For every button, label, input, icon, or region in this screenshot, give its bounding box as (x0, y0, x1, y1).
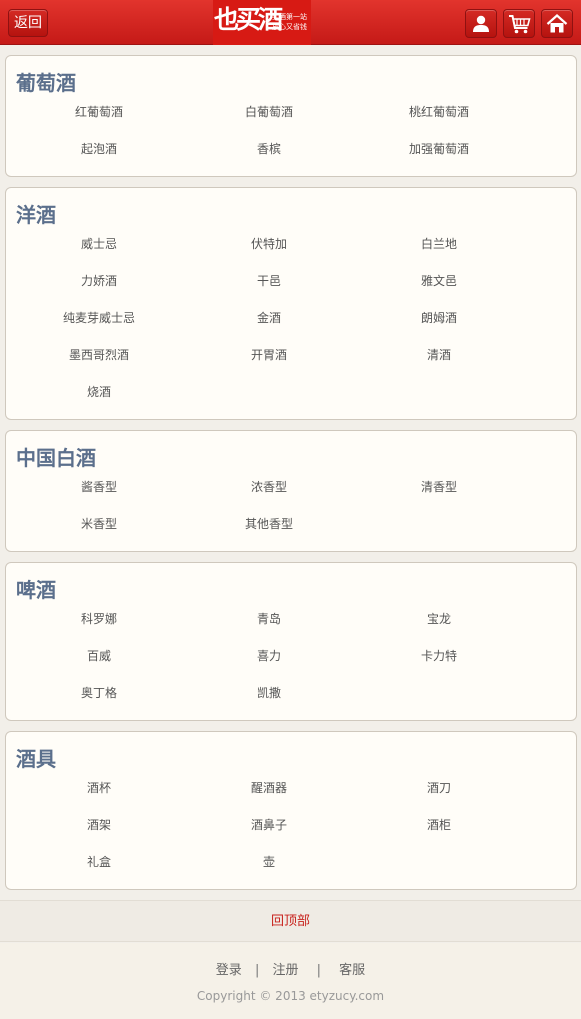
logo-wordmark: 也买酒 (214, 5, 283, 34)
category-card-wine: 葡萄酒 红葡萄酒 白葡萄酒 桃红葡萄酒 起泡酒 香槟 加强葡萄酒 (5, 55, 577, 177)
category-link[interactable]: 清香型 (354, 478, 524, 495)
category-link[interactable]: 喜力 (184, 647, 354, 664)
logo-slogan-1: 买酒第一站 (272, 13, 307, 21)
category-link[interactable]: 酱香型 (14, 478, 184, 495)
footer: 登录 | 注册 | 客服 Copyright © 2013 etyzucy.co… (0, 943, 581, 1019)
customer-service-link[interactable]: 客服 (339, 959, 365, 978)
back-to-top-link[interactable]: 回顶部 (0, 900, 581, 942)
category-link[interactable]: 金酒 (184, 309, 354, 326)
home-button[interactable] (541, 9, 573, 38)
category-link[interactable]: 醒酒器 (184, 779, 354, 796)
footer-links: 登录 | 注册 | 客服 (0, 959, 581, 978)
category-link[interactable]: 宝龙 (354, 610, 524, 627)
category-title: 中国白酒 (16, 448, 96, 470)
category-link[interactable]: 香槟 (184, 140, 354, 157)
user-button[interactable] (465, 9, 497, 38)
category-card-baijiu: 中国白酒 酱香型 浓香型 清香型 米香型 其他香型 (5, 430, 577, 552)
category-link[interactable]: 酒鼻子 (184, 816, 354, 833)
category-link[interactable]: 浓香型 (184, 478, 354, 495)
back-button[interactable]: 返回 (8, 9, 48, 37)
category-link[interactable]: 桃红葡萄酒 (354, 103, 524, 120)
category-link[interactable]: 清酒 (354, 346, 524, 363)
category-link[interactable]: 其他香型 (184, 515, 354, 532)
category-link[interactable]: 礼盒 (14, 853, 184, 870)
site-logo[interactable]: 也买酒 买酒第一站 放心又省钱 (213, 0, 311, 45)
category-title: 葡萄酒 (16, 73, 76, 95)
category-link[interactable]: 朗姆酒 (354, 309, 524, 326)
footer-separator: | (316, 963, 322, 978)
category-link[interactable]: 酒柜 (354, 816, 524, 833)
category-link[interactable]: 干邑 (184, 272, 354, 289)
category-link[interactable]: 白兰地 (354, 235, 524, 252)
category-link[interactable]: 青岛 (184, 610, 354, 627)
user-icon (473, 15, 489, 32)
category-title: 洋酒 (16, 205, 56, 227)
category-link[interactable]: 酒杯 (14, 779, 184, 796)
category-link[interactable]: 墨西哥烈酒 (14, 346, 184, 363)
category-link[interactable]: 伏特加 (184, 235, 354, 252)
login-link[interactable]: 登录 (216, 959, 242, 978)
footer-separator: | (254, 963, 260, 978)
category-link[interactable]: 壶 (184, 853, 354, 870)
category-link[interactable]: 加强葡萄酒 (354, 140, 524, 157)
home-icon (546, 14, 568, 33)
category-title: 酒具 (16, 749, 56, 771)
cart-icon (509, 15, 531, 34)
category-link[interactable]: 米香型 (14, 515, 184, 532)
category-title: 啤酒 (16, 580, 56, 602)
category-link[interactable]: 凯撒 (184, 684, 354, 701)
category-link[interactable]: 奥丁格 (14, 684, 184, 701)
category-link[interactable]: 酒架 (14, 816, 184, 833)
category-link[interactable]: 威士忌 (14, 235, 184, 252)
category-link[interactable]: 科罗娜 (14, 610, 184, 627)
category-link[interactable]: 纯麦芽威士忌 (14, 309, 184, 326)
logo-slogan-2: 放心又省钱 (272, 23, 307, 31)
category-link[interactable]: 雅文邑 (354, 272, 524, 289)
category-link[interactable]: 开胃酒 (184, 346, 354, 363)
register-link[interactable]: 注册 (272, 959, 298, 978)
category-link[interactable]: 红葡萄酒 (14, 103, 184, 120)
category-link[interactable]: 白葡萄酒 (184, 103, 354, 120)
category-link[interactable]: 烧酒 (14, 383, 184, 400)
category-link[interactable]: 力娇酒 (14, 272, 184, 289)
category-link[interactable]: 酒刀 (354, 779, 524, 796)
category-link[interactable]: 百威 (14, 647, 184, 664)
cart-button[interactable] (503, 9, 535, 38)
category-link[interactable]: 起泡酒 (14, 140, 184, 157)
category-link[interactable]: 卡力特 (354, 647, 524, 664)
copyright-text: Copyright © 2013 etyzucy.com (196, 989, 385, 1003)
top-bar: 返回 也买酒 买酒第一站 放心又省钱 (0, 0, 581, 45)
category-card-barware: 酒具 酒杯 醒酒器 酒刀 酒架 酒鼻子 酒柜 礼盒 壶 (5, 731, 577, 890)
category-card-beer: 啤酒 科罗娜 青岛 宝龙 百威 喜力 卡力特 奥丁格 凯撒 (5, 562, 577, 721)
category-card-spirits: 洋酒 威士忌 伏特加 白兰地 力娇酒 干邑 雅文邑 纯麦芽威士忌 金酒 朗姆酒 … (5, 187, 577, 420)
